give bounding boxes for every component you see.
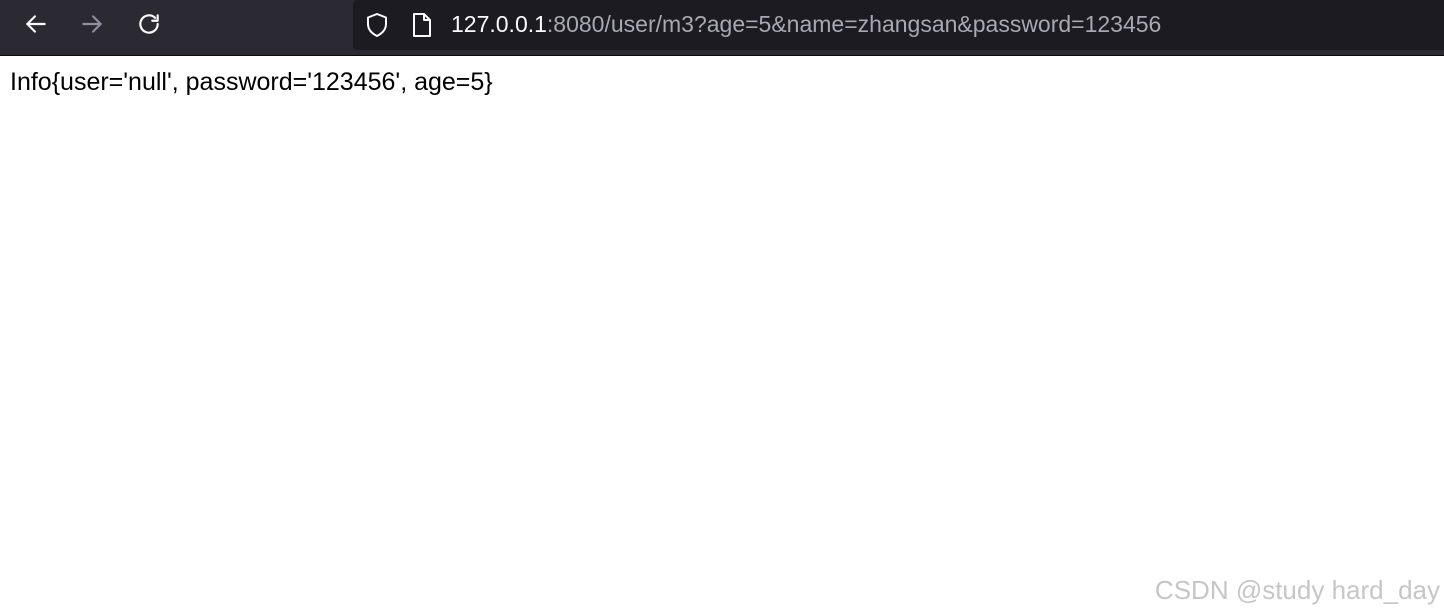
url-bar[interactable]: 127.0.0.1:8080/user/m3?age=5&name=zhangs… [353,0,1444,50]
reload-icon [139,14,159,34]
arrow-right-icon [82,15,102,33]
page-icon [413,13,431,37]
watermark: CSDN @study hard_day [1154,575,1440,605]
shield-icon[interactable] [365,12,389,38]
forward-button[interactable] [70,4,114,44]
url-host: 127.0.0.1 [451,11,547,37]
reload-button[interactable] [127,4,171,44]
back-button[interactable] [14,4,58,44]
arrow-left-icon [26,15,46,33]
browser-toolbar: 127.0.0.1:8080/user/m3?age=5&name=zhangs… [0,0,1444,56]
page-body-text: Info{user='null', password='123456', age… [10,68,493,96]
url-text[interactable]: 127.0.0.1:8080/user/m3?age=5&name=zhangs… [451,0,1161,50]
url-path: :8080/user/m3?age=5&name=zhangsan&passwo… [546,11,1162,37]
